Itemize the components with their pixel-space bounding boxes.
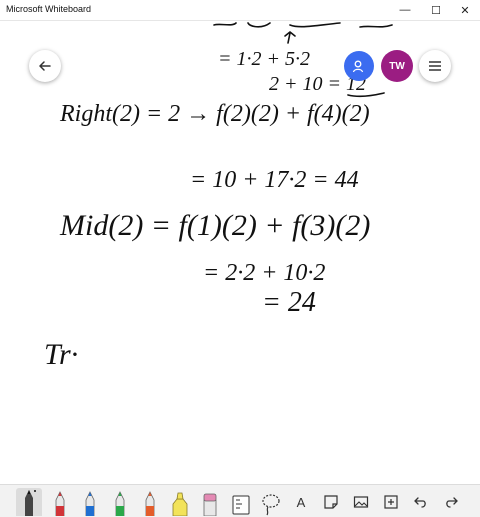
pen-icon xyxy=(25,490,36,516)
ruler-icon xyxy=(232,495,250,515)
arrow-left-icon xyxy=(39,61,51,71)
undo-icon xyxy=(414,497,426,508)
ink-line-1: = 1·2 + 5·2 xyxy=(218,48,310,70)
eraser-tool[interactable] xyxy=(197,488,223,516)
highlighter-icon xyxy=(172,492,188,516)
minimize-button[interactable]: — xyxy=(390,0,420,20)
undo-button[interactable] xyxy=(408,488,434,516)
title-bar: Microsoft Whiteboard — ☐ ✕ xyxy=(0,0,480,21)
pen-icon xyxy=(55,491,65,516)
ink-line-6: = 2·2 + 10·2 xyxy=(203,260,325,286)
back-button[interactable] xyxy=(29,50,61,82)
user-avatar[interactable]: TW xyxy=(381,50,413,82)
lasso-tool[interactable] xyxy=(258,488,284,516)
maximize-button[interactable]: ☐ xyxy=(421,0,451,20)
whiteboard-canvas[interactable]: = 1·2 + 5·2 2 + 10 = 12 Right(2) = 2 → f… xyxy=(0,21,480,484)
text-tool[interactable]: A xyxy=(288,488,314,516)
note-icon xyxy=(324,495,338,509)
ink-line-8: Tr· xyxy=(44,338,78,371)
redo-button[interactable] xyxy=(438,488,464,516)
pen-orange-tool[interactable] xyxy=(137,488,163,516)
pen-blue-tool[interactable] xyxy=(77,488,103,516)
window-title: Microsoft Whiteboard xyxy=(6,4,92,14)
close-button[interactable]: ✕ xyxy=(450,0,480,20)
sticky-note-tool[interactable] xyxy=(318,488,344,516)
pen-icon xyxy=(115,491,125,516)
pen-icon xyxy=(145,491,155,516)
ink-toolbar: A xyxy=(0,484,480,517)
image-tool[interactable] xyxy=(348,488,374,516)
lasso-icon xyxy=(262,494,280,516)
menu-button[interactable] xyxy=(419,50,451,82)
pen-red-tool[interactable] xyxy=(47,488,73,516)
ink-line-3: Right(2) = 2 → f(2)(2) + f(4)(2) xyxy=(59,101,370,127)
ink-stroke-top xyxy=(213,22,393,28)
ink-layer: = 1·2 + 5·2 2 + 10 = 12 Right(2) = 2 → f… xyxy=(44,22,393,371)
pen-black-tool[interactable] xyxy=(16,488,42,516)
share-button[interactable] xyxy=(344,51,374,81)
highlighter-tool[interactable] xyxy=(167,488,193,516)
ink-arrow-up xyxy=(284,31,296,44)
ruler-tool[interactable] xyxy=(228,488,254,516)
image-icon xyxy=(353,496,369,508)
eraser-icon xyxy=(203,493,217,516)
ink-line-5: Mid(2) = f(1)(2) + f(3)(2) xyxy=(59,209,370,242)
plus-box-icon xyxy=(384,495,398,509)
ink-line-7: = 24 xyxy=(262,287,316,318)
insert-tool[interactable] xyxy=(378,488,404,516)
redo-icon xyxy=(446,497,458,508)
pen-green-tool[interactable] xyxy=(107,488,133,516)
ink-line-4: = 10 + 17·2 = 44 xyxy=(190,167,359,193)
pen-icon xyxy=(85,491,95,516)
hamburger-menu-icon xyxy=(429,61,441,71)
person-add-icon xyxy=(352,60,364,73)
